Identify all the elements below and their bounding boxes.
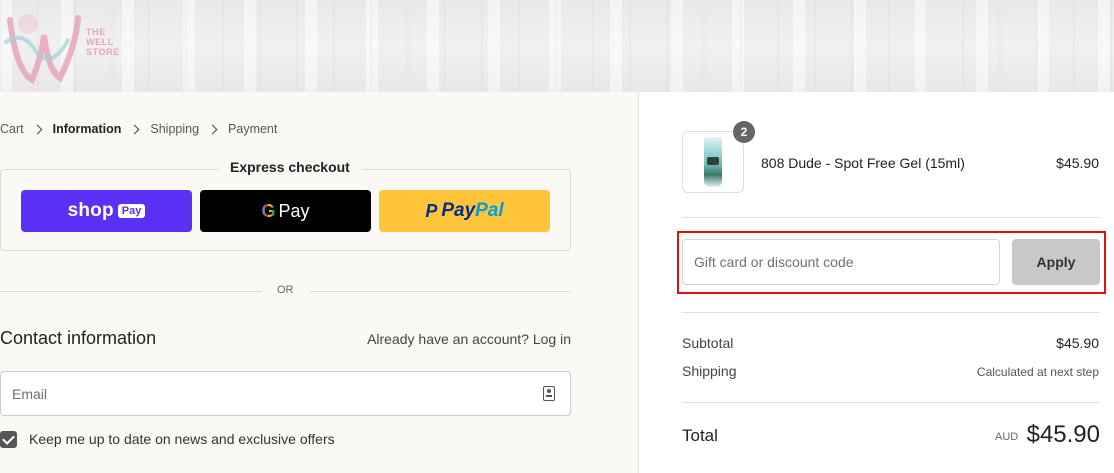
shipping-value: Calculated at next step	[976, 365, 1099, 379]
summary-divider	[682, 402, 1100, 403]
google-pay-label: Pay	[278, 200, 310, 221]
logo-monogram-icon	[4, 14, 81, 85]
login-link[interactable]: Log in	[533, 331, 571, 347]
shop-pay-logo-text: shop	[67, 200, 114, 221]
google-g-icon: G	[261, 200, 276, 221]
summary-divider	[682, 312, 1100, 313]
quantity-badge: 2	[733, 121, 755, 143]
paypal-word-pal: Pal	[475, 200, 504, 221]
email-field[interactable]	[1, 372, 521, 415]
store-logo[interactable]: THE WELL STORE	[2, 0, 132, 92]
header-banner: THE WELL STORE	[0, 0, 1114, 92]
paypal-word-pay: Pay	[441, 200, 476, 221]
subtotal-label: Subtotal	[682, 335, 734, 351]
summary-divider	[682, 217, 1100, 218]
apply-discount-button[interactable]: Apply	[1012, 239, 1100, 285]
subtotal-value: $45.90	[1056, 335, 1099, 351]
breadcrumb-cart[interactable]: Cart	[0, 122, 24, 136]
email-field-wrapper	[0, 371, 571, 416]
total-label: Total	[682, 426, 718, 445]
google-pay-button[interactable]: G Pay	[200, 190, 371, 232]
chevron-right-icon	[32, 124, 43, 134]
paypal-icon: P	[425, 200, 438, 221]
breadcrumb-information: Information	[52, 122, 122, 136]
shipping-label: Shipping	[682, 363, 737, 379]
or-separator: OR	[277, 284, 294, 296]
chevron-right-icon	[129, 124, 140, 134]
express-checkout-title: Express checkout	[218, 158, 362, 176]
newsletter-label[interactable]: Keep me up to date on news and exclusive…	[29, 431, 335, 447]
logo-wordmark: THE WELL STORE	[86, 27, 120, 57]
logo-text-line: THE	[86, 27, 106, 37]
account-prompt: Already have an account? Log in	[367, 331, 571, 347]
product-thumbnail	[682, 131, 744, 193]
product-name: 808 Dude - Spot Free Gel (15ml)	[761, 155, 965, 171]
or-divider-right	[310, 291, 571, 292]
product-price: $45.90	[1056, 155, 1099, 171]
breadcrumb-payment: Payment	[228, 122, 278, 136]
contact-information-heading: Contact information	[0, 328, 157, 348]
total-currency: AUD	[995, 431, 1019, 443]
breadcrumb-shipping: Shipping	[150, 122, 200, 136]
newsletter-checkbox[interactable]	[0, 431, 17, 448]
discount-code-input[interactable]	[682, 239, 1000, 285]
shop-pay-badge: Pay	[117, 204, 146, 218]
or-divider-left	[0, 291, 262, 292]
contact-card-icon	[543, 386, 555, 401]
logo-text-line: WELL	[86, 37, 114, 47]
logo-text-line: STORE	[86, 47, 120, 57]
total-value: $45.90	[1026, 421, 1100, 448]
account-prompt-text: Already have an account?	[367, 331, 529, 347]
paypal-logo-text: PayPal	[441, 200, 503, 222]
breadcrumb: Cart Information Shipping Payment	[0, 122, 277, 136]
chevron-right-icon	[207, 124, 218, 134]
product-tube-image	[704, 137, 722, 187]
paypal-button[interactable]: P PayPal	[379, 190, 550, 232]
shop-pay-button[interactable]: shop Pay	[21, 190, 192, 232]
